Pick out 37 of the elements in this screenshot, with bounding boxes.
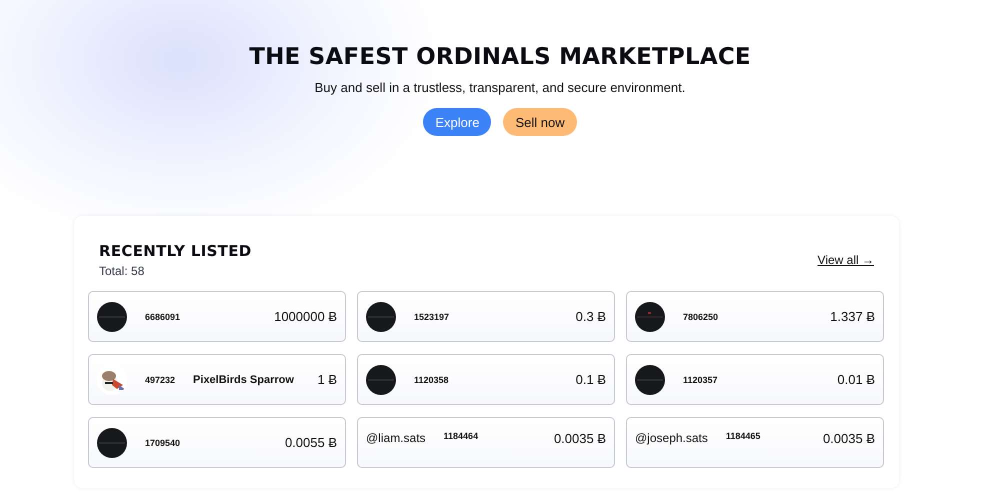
listing-card[interactable]: 1120358 0.1 Ƀ bbox=[357, 354, 615, 405]
section-title: RECENTLY LISTED bbox=[99, 242, 252, 260]
price-text: 0.1 Ƀ bbox=[576, 372, 606, 387]
listing-card[interactable]: 1120357 0.01 Ƀ bbox=[626, 354, 884, 405]
price-text: 1000000 Ƀ bbox=[274, 309, 337, 324]
listing-card[interactable]: 7806250 1.337 Ƀ bbox=[626, 291, 884, 342]
listing-card[interactable]: 1709540 0.0055 Ƀ bbox=[88, 417, 346, 468]
price-text: 0.0055 Ƀ bbox=[284, 435, 337, 450]
price-text: 0.01 Ƀ bbox=[837, 372, 875, 387]
price-text: 1.337 Ƀ bbox=[830, 309, 875, 324]
listing-card[interactable]: 6686091 1000000 Ƀ bbox=[88, 291, 346, 342]
handle-text: @joseph.sats bbox=[635, 431, 708, 445]
item-name: PixelBirds Sparrow bbox=[193, 374, 294, 386]
view-all-link[interactable]: View all → bbox=[818, 253, 874, 267]
handle-text: @liam.sats bbox=[366, 431, 426, 445]
inscription-number: 7806250 bbox=[683, 312, 718, 322]
listing-card[interactable]: 497232 PixelBirds Sparrow 1 Ƀ bbox=[88, 354, 346, 405]
explore-button[interactable]: Explore bbox=[423, 108, 492, 136]
price-text: 0.3 Ƀ bbox=[576, 309, 606, 324]
listing-card[interactable]: @joseph.sats 1184465 0.0035 Ƀ bbox=[626, 417, 884, 468]
listing-card[interactable]: @liam.sats 1184464 0.0035 Ƀ bbox=[357, 417, 615, 468]
inscription-number: 497232 bbox=[145, 374, 176, 384]
hero-title: THE SAFEST ORDINALS MARKETPLACE bbox=[249, 44, 751, 70]
inscription-number: 6686091 bbox=[145, 312, 180, 322]
price-text: 1 Ƀ bbox=[317, 372, 337, 387]
listing-card[interactable]: 1523197 0.3 Ƀ bbox=[357, 291, 615, 342]
sell-button[interactable]: Sell now bbox=[503, 108, 577, 136]
inscription-number: 1523197 bbox=[414, 312, 450, 322]
total-count: Total: 58 bbox=[99, 264, 146, 278]
inscription-number: 1709540 bbox=[145, 438, 180, 448]
inscription-number: 1184464 bbox=[444, 431, 478, 441]
inscription-number: 1184465 bbox=[726, 431, 760, 441]
price-text: 0.0035 Ƀ bbox=[554, 431, 606, 446]
hero-subtitle: Buy and sell in a trustless, transparent, and secure environment. bbox=[314, 80, 686, 95]
inscription-number: 1120358 bbox=[414, 374, 449, 384]
price-text: 0.0035 Ƀ bbox=[822, 431, 875, 446]
inscription-number: 1120357 bbox=[683, 374, 718, 384]
